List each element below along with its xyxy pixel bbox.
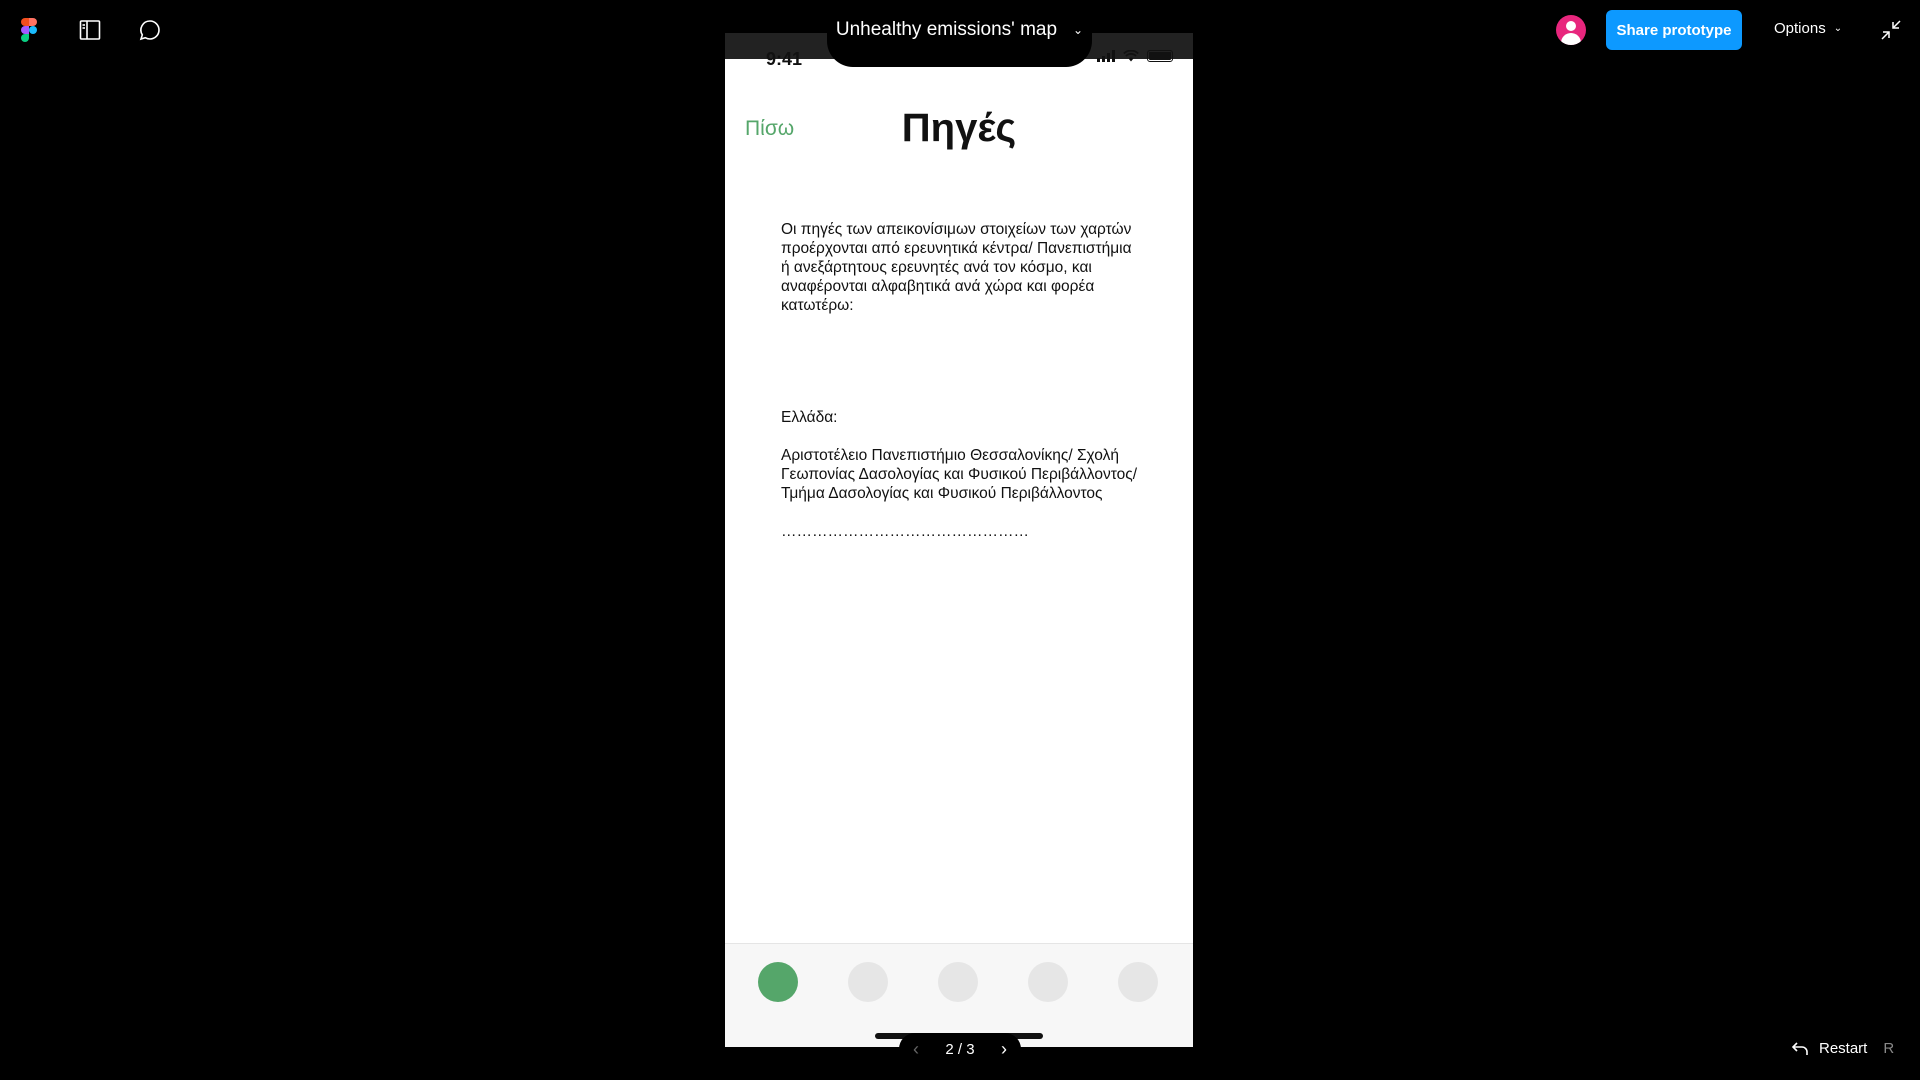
restart-label: Restart	[1819, 1040, 1868, 1057]
country-heading: Ελλάδα:	[781, 409, 838, 426]
collapse-icon[interactable]	[1880, 19, 1902, 41]
tab-5[interactable]	[1118, 962, 1158, 1002]
previous-frame-button[interactable]: ‹	[913, 1039, 919, 1060]
intro-paragraph: Οι πηγές των απεικονίσιμων στοιχείων των…	[781, 221, 1132, 314]
tab-1[interactable]	[758, 962, 798, 1002]
prototype-title-menu[interactable]: Unhealthy emissions' map ⌄	[827, 0, 1092, 67]
chevron-down-icon: ⌄	[1073, 22, 1084, 37]
restart-button[interactable]: Restart R	[1791, 1040, 1894, 1057]
status-time: 9:41	[766, 49, 803, 69]
sidebar-panel-icon[interactable]	[77, 17, 103, 43]
institution-text: Αριστοτέλειο Πανεπιστήμιο Θεσσαλονίκης/ …	[781, 447, 1138, 502]
frame-counter: 2 / 3	[945, 1040, 975, 1058]
status-icons	[1097, 50, 1173, 62]
options-label: Options	[1774, 20, 1826, 37]
avatar[interactable]	[1556, 15, 1586, 45]
tab-4[interactable]	[1028, 962, 1068, 1002]
options-menu[interactable]: Options ⌄	[1774, 20, 1842, 37]
tab-3[interactable]	[938, 962, 978, 1002]
figma-logo-icon[interactable]	[21, 18, 37, 42]
next-frame-button[interactable]: ›	[1001, 1039, 1007, 1060]
restart-arrow-icon	[1791, 1041, 1808, 1055]
cellular-signal-icon	[1097, 50, 1115, 62]
battery-icon	[1147, 50, 1173, 62]
tab-bar	[725, 943, 1193, 1047]
frame-pager: ‹ 2 / 3 ›	[899, 1033, 1021, 1065]
prototype-title: Unhealthy emissions' map	[835, 18, 1058, 40]
chevron-down-icon: ⌄	[1833, 23, 1843, 34]
tab-2[interactable]	[848, 962, 888, 1002]
wifi-icon	[1123, 50, 1139, 62]
restart-shortcut: R	[1883, 1040, 1895, 1057]
page-title: Πηγές	[901, 106, 1017, 150]
dotted-line: …………………………………………	[781, 523, 1029, 540]
comment-icon[interactable]	[137, 17, 163, 43]
share-prototype-button[interactable]: Share prototype	[1606, 10, 1742, 50]
sources-content: Οι πηγές των απεικονίσιμων στοιχείων των…	[781, 220, 1141, 541]
phone-frame: 9:41 Πίσω Πηγές Οι πηγές των απεικονίσιμ…	[725, 33, 1193, 1047]
